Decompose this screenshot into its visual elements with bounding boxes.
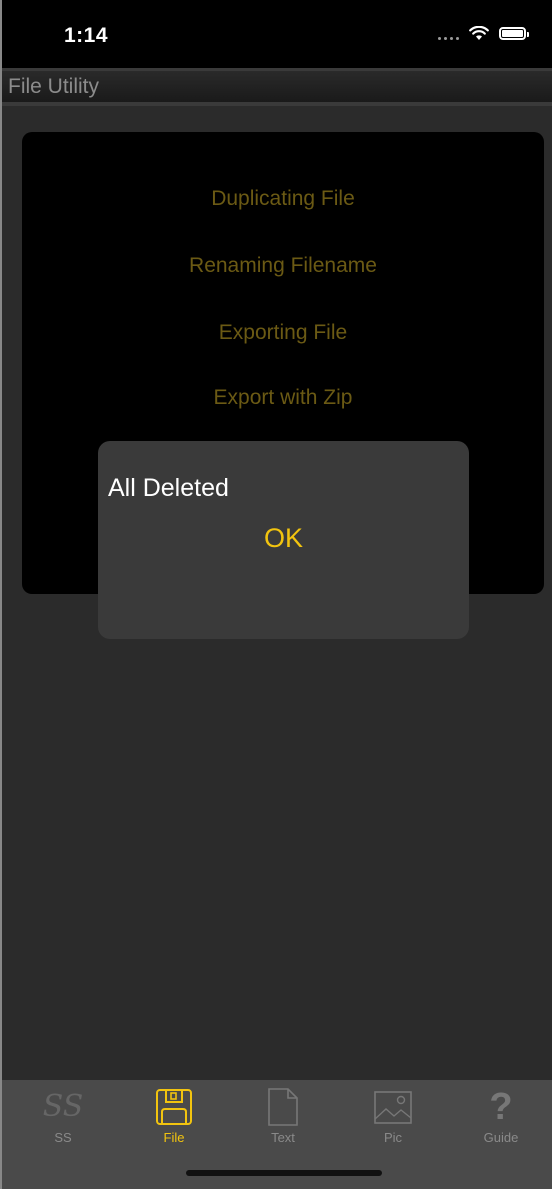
floppy-disk-icon — [154, 1088, 194, 1126]
status-time: 1:14 — [64, 24, 109, 47]
cellular-signal-icon — [438, 28, 459, 40]
tab-text[interactable]: Text — [238, 1088, 328, 1152]
status-bar: 1:14 — [2, 0, 552, 68]
ss-logo-icon: SS — [42, 1089, 84, 1124]
status-icons — [438, 26, 529, 41]
document-icon — [263, 1088, 303, 1126]
question-mark-icon: ? — [489, 1086, 513, 1128]
app-screen: 1:14 File Utility Duplicating File Renam… — [0, 0, 552, 1189]
menu-item-duplicating-file[interactable]: Duplicating File — [22, 187, 544, 211]
tab-file[interactable]: File — [129, 1088, 219, 1152]
alert-dialog: All Deleted OK — [98, 441, 469, 639]
picture-icon — [373, 1088, 413, 1126]
alert-title: All Deleted — [108, 474, 229, 502]
tab-label: Pic — [383, 1130, 403, 1145]
tab-pic[interactable]: Pic — [348, 1088, 438, 1152]
menu-item-renaming-filename[interactable]: Renaming Filename — [22, 254, 544, 278]
menu-item-exporting-file[interactable]: Exporting File — [22, 321, 544, 345]
ok-button[interactable]: OK — [98, 523, 469, 554]
tab-label: SS — [54, 1130, 72, 1145]
battery-icon — [499, 27, 529, 40]
page-title: File Utility — [8, 75, 100, 98]
tab-guide[interactable]: ? Guide — [456, 1088, 546, 1152]
wifi-icon — [469, 26, 489, 40]
tab-label: File — [163, 1130, 185, 1145]
menu-item-export-with-zip[interactable]: Export with Zip — [22, 386, 544, 410]
tab-ss[interactable]: SS SS — [18, 1088, 108, 1152]
tab-label: Text — [271, 1130, 295, 1145]
tab-label: Guide — [483, 1130, 519, 1145]
navigation-bar: File Utility — [2, 68, 552, 106]
home-indicator[interactable] — [186, 1170, 382, 1176]
